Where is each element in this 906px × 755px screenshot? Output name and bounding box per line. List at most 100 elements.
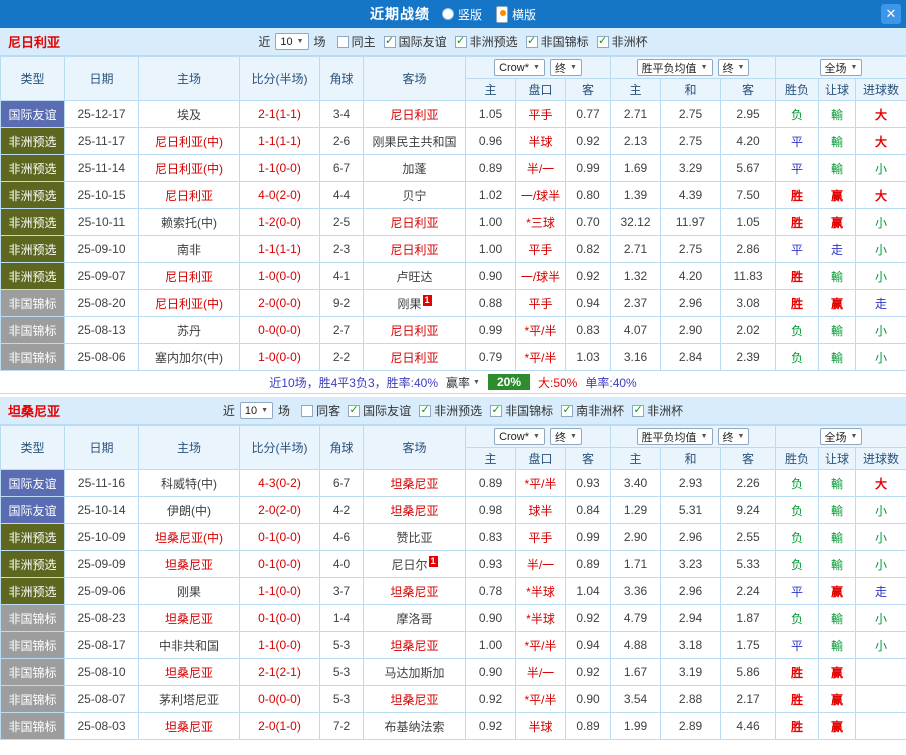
avg-away-odds: 2.02	[719, 316, 777, 344]
match-score: 2-0(1-0)	[239, 712, 320, 740]
col-away: 客场	[363, 56, 466, 101]
odds-home: 0.83	[465, 523, 516, 551]
match-row: 非国锦标 25-08-23 坦桑尼亚 0-1(0-0) 1-4 摩洛哥 0.90 *半球 0.9…	[0, 604, 906, 632]
match-row: 非国锦标 25-08-07 茅利塔尼亚 0-0(0-0) 5-3 坦桑尼亚 0.92 *平/半…	[0, 685, 906, 713]
filter-checkbox[interactable]: ✓ 非洲预选	[419, 402, 482, 419]
final-odds-select[interactable]: 终 ▼	[549, 428, 582, 445]
letgoal-cell: 赢	[818, 208, 857, 236]
filter-checkbox[interactable]: ✓ 非洲预选	[454, 33, 518, 50]
filter-checkbox[interactable]: ✓ 非洲杯	[596, 33, 648, 50]
checkbox-label: 国际友谊	[398, 35, 447, 49]
chevron-down-icon: ▼	[569, 433, 577, 440]
filter-checkbox[interactable]: 同客	[301, 402, 340, 419]
win-rate-select[interactable]: 赢率 ▼	[446, 374, 480, 391]
avg-away-odds: 5.33	[719, 550, 777, 578]
goals-cell: 大	[855, 100, 906, 128]
avg-away-odds: 9.24	[719, 496, 777, 524]
match-type: 非洲预选	[0, 550, 65, 578]
match-type: 非国锦标	[0, 685, 65, 713]
match-type: 非洲预选	[0, 235, 65, 263]
handicap-line: *半球	[515, 577, 566, 605]
col-date: 日期	[64, 425, 139, 470]
filter-checkbox[interactable]: ✓ 非洲杯	[632, 402, 683, 419]
close-button[interactable]: ✕	[881, 4, 901, 24]
avg-home-odds: 2.71	[610, 100, 661, 128]
away-team: 马达加斯加	[363, 658, 466, 686]
radio-vertical-layout[interactable]: 竖版	[441, 6, 482, 23]
goals-cell: 小	[855, 154, 906, 182]
checkbox-checked-icon: ✓	[525, 35, 538, 48]
avg-draw-odds: 4.20	[660, 262, 721, 290]
corner-score: 4-6	[319, 523, 364, 551]
radio-selected-icon	[496, 5, 508, 23]
radio-vertical-label: 竖版	[457, 7, 482, 22]
goals-cell: 小	[855, 343, 906, 371]
filter-checkbox[interactable]: ✓ 国际友谊	[383, 33, 447, 50]
match-count-select[interactable]: 10 ▼	[275, 33, 309, 50]
checkbox-checked-icon: ✓	[632, 404, 645, 417]
checkbox-checked-icon: ✓	[561, 404, 574, 417]
fullmatch-select[interactable]: 全场 ▼	[819, 59, 863, 76]
away-team: 尼日利亚	[363, 100, 466, 128]
final-avg-select[interactable]: 终 ▼	[717, 428, 750, 445]
odds-source-select[interactable]: Crow* ▼	[494, 428, 545, 445]
avg-draw-odds: 2.93	[660, 469, 721, 497]
home-team: 苏丹	[138, 316, 240, 344]
result-cell: 负	[775, 496, 820, 524]
match-row: 国际友谊 25-12-17 埃及 2-1(1-1) 3-4 尼日利亚 1.05 平手 0.77 2…	[0, 100, 906, 128]
filter-checkbox[interactable]: ✓ 非国锦标	[490, 402, 553, 419]
odds-away: 0.80	[565, 181, 611, 209]
match-date: 25-10-11	[64, 208, 139, 236]
filter-checkbox[interactable]: 同主	[336, 33, 376, 50]
match-score: 1-0(0-0)	[239, 343, 320, 371]
match-type: 非洲预选	[0, 523, 65, 551]
subcol-avg-lose: 客	[719, 78, 777, 101]
filter-checkbox[interactable]: ✓ 非国锦标	[525, 33, 589, 50]
layout-radio-group: 竖版 横版	[441, 5, 536, 23]
avg-odds-header: 胜平负均值 ▼ 终 ▼	[609, 425, 777, 448]
match-count-select[interactable]: 10 ▼	[239, 402, 274, 419]
final-avg-select[interactable]: 终 ▼	[717, 59, 750, 76]
odds-away: 0.77	[565, 100, 611, 128]
chevron-down-icon: ▼	[473, 378, 480, 386]
avg-home-odds: 3.36	[610, 577, 661, 605]
avg-home-odds: 1.99	[610, 712, 661, 740]
fullmatch-select[interactable]: 全场 ▼	[819, 428, 863, 445]
subcol-result: 胜负	[775, 447, 820, 470]
avg-draw-odds: 2.75	[660, 127, 721, 155]
match-score: 4-3(0-2)	[239, 469, 320, 497]
col-type: 类型	[0, 425, 65, 470]
filter-checkbox[interactable]: ✓ 南非洲杯	[561, 402, 624, 419]
match-score: 2-1(2-1)	[239, 658, 320, 686]
team-name: 坦桑尼亚	[8, 404, 61, 419]
letgoal-cell: 輸	[818, 154, 857, 182]
top-bar: 近期战绩 竖版 横版 ✕	[0, 0, 906, 28]
result-cell: 胜	[775, 208, 820, 236]
goals-cell: 走	[855, 577, 906, 605]
corner-score: 3-7	[319, 577, 364, 605]
match-type: 国际友谊	[0, 469, 65, 497]
away-team: 坦桑尼亚	[363, 496, 466, 524]
final-odds-select[interactable]: 终 ▼	[549, 59, 582, 76]
subcol-avg-win: 主	[610, 78, 661, 101]
home-team: 坦桑尼亚	[138, 658, 240, 686]
away-team: 刚果民主共和国	[363, 127, 466, 155]
filter-checkbox[interactable]: ✓ 国际友谊	[348, 402, 411, 419]
avg-away-odds: 5.67	[719, 154, 777, 182]
match-row: 非国锦标 25-08-10 坦桑尼亚 2-1(2-1) 5-3 马达加斯加 0.90 半/一 0…	[0, 658, 906, 686]
handicap-line: *平/半	[515, 343, 566, 371]
subcol-odds-away: 客	[565, 447, 611, 470]
result-cell: 胜	[775, 289, 820, 317]
avg-odds-select[interactable]: 胜平负均值 ▼	[636, 428, 713, 445]
avg-odds-select[interactable]: 胜平负均值 ▼	[636, 59, 713, 76]
checkbox-checked-icon: ✓	[596, 35, 609, 48]
handicap-line: *平/半	[515, 685, 566, 713]
odds-source-select[interactable]: Crow* ▼	[494, 59, 545, 76]
avg-away-odds: 1.75	[719, 631, 777, 659]
handicap-line: 一/球半	[515, 181, 566, 209]
radio-horizontal-layout[interactable]: 横版	[496, 5, 536, 23]
col-home: 主场	[138, 56, 240, 101]
away-team: 尼日尔 1	[363, 550, 466, 578]
goals-cell	[855, 712, 906, 740]
match-date: 25-09-06	[64, 577, 139, 605]
